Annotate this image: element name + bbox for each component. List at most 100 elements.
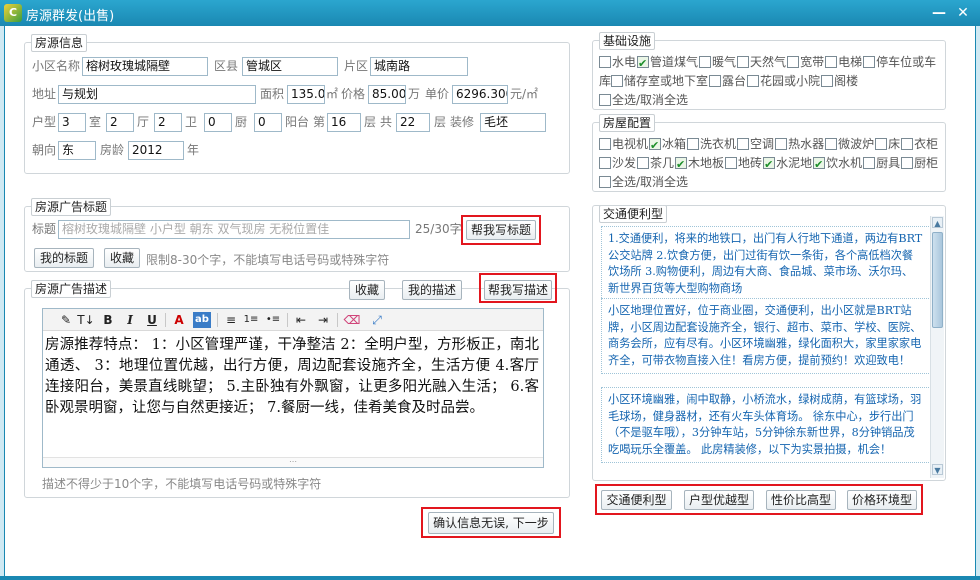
checkbox-item[interactable]: 水泥地 xyxy=(763,155,812,174)
checkbox-icon[interactable] xyxy=(863,157,876,169)
checkbox-icon[interactable] xyxy=(775,138,788,150)
align-left-icon[interactable]: ≡ xyxy=(223,312,239,328)
checked-checkbox-icon[interactable] xyxy=(813,155,826,174)
checkbox-item[interactable]: 宽带 xyxy=(787,55,824,69)
decoration-field[interactable]: 毛坯 xyxy=(480,113,546,132)
checked-checkbox-icon[interactable] xyxy=(763,155,776,174)
area-field[interactable]: 城南路 xyxy=(370,57,468,76)
fullscreen-icon[interactable]: ⤢ xyxy=(369,312,385,328)
checkbox-item[interactable]: 茶几 xyxy=(637,156,674,170)
checkbox-item[interactable]: 花园或小院 xyxy=(747,74,820,88)
checkbox-item[interactable]: 微波炉 xyxy=(825,137,874,151)
checkbox-item[interactable]: 厨柜 xyxy=(901,156,938,170)
checkbox-icon[interactable] xyxy=(747,75,760,87)
checkbox-item[interactable]: 沙发 xyxy=(599,156,636,170)
font-color-icon[interactable]: A xyxy=(171,312,187,328)
font-family-icon[interactable]: ✎ xyxy=(57,312,75,328)
orientation-field[interactable]: 东 xyxy=(58,141,96,160)
checkbox-item[interactable]: 木地板 xyxy=(675,155,724,174)
select-all-checkbox[interactable] xyxy=(599,94,611,106)
scroll-down-icon[interactable]: ▼ xyxy=(932,464,943,475)
save-title-button[interactable]: 收藏 xyxy=(104,248,140,268)
checkbox-item[interactable]: 厨具 xyxy=(863,156,900,170)
checked-checkbox-icon[interactable] xyxy=(649,136,662,155)
checkbox-icon[interactable] xyxy=(699,56,712,68)
baths-field[interactable]: 2 xyxy=(154,113,182,132)
templates-scrollbar[interactable]: ▲ ▼ xyxy=(930,216,944,478)
district-field[interactable]: 管城区 xyxy=(242,57,338,76)
my-title-button[interactable]: 我的标题 xyxy=(34,248,94,268)
checkbox-item[interactable]: 储存室或地下室 xyxy=(611,74,708,88)
checkbox-item[interactable]: 阁楼 xyxy=(821,74,858,88)
unordered-list-icon[interactable]: •≡ xyxy=(265,312,281,328)
checkbox-item[interactable]: 洗衣机 xyxy=(687,137,736,151)
scroll-thumb[interactable] xyxy=(932,232,943,328)
editor-resize-handle[interactable]: ⋯ xyxy=(43,457,543,467)
minimize-icon[interactable]: — xyxy=(930,4,948,22)
checkbox-icon[interactable] xyxy=(737,56,750,68)
checkbox-icon[interactable] xyxy=(687,138,700,150)
description-text[interactable]: 房源推荐特点： 1：小区管理严谨，干净整洁 2：全明户型，方形板正，南北通透、 … xyxy=(45,335,539,419)
rich-text-editor[interactable]: ✎ T↓ B I U A ab ≡ 1≡ •≡ ⇤ ⇥ ⌫ ⤢ 房源推荐特点： … xyxy=(42,308,544,468)
checkbox-icon[interactable] xyxy=(611,75,624,87)
address-field[interactable]: 与规划 xyxy=(58,85,256,104)
highlight-color-icon[interactable]: ab xyxy=(193,312,211,328)
ordered-list-icon[interactable]: 1≡ xyxy=(243,312,259,328)
checkbox-icon[interactable] xyxy=(825,138,838,150)
checkbox-icon[interactable] xyxy=(875,138,888,150)
checkbox-icon[interactable] xyxy=(901,138,914,150)
checkbox-item[interactable]: 电视机 xyxy=(599,137,648,151)
checkbox-icon[interactable] xyxy=(709,75,722,87)
template-card-2[interactable]: 小区地理位置好，位于商业圈，交通便利，出小区就是BRT站牌，小区周边配套设施齐全… xyxy=(601,298,931,374)
kitchens-field[interactable]: 0 xyxy=(204,113,232,132)
italic-icon[interactable]: I xyxy=(123,312,137,328)
total-floors-field[interactable]: 22 xyxy=(396,113,430,132)
checkbox-icon[interactable] xyxy=(725,157,738,169)
indent-icon[interactable]: ⇥ xyxy=(315,312,331,328)
checkbox-icon[interactable] xyxy=(599,56,611,68)
rooms-field[interactable]: 3 xyxy=(58,113,86,132)
checkbox-item[interactable]: 电梯 xyxy=(825,55,862,69)
checkbox-item[interactable]: 管道煤气 xyxy=(637,54,698,73)
community-field[interactable]: 榕树玫瑰城隔壁 xyxy=(82,57,208,76)
checkbox-icon[interactable] xyxy=(637,157,650,169)
close-icon[interactable]: ✕ xyxy=(954,4,972,22)
outdent-icon[interactable]: ⇤ xyxy=(293,312,309,328)
age-field[interactable]: 2012 xyxy=(128,141,184,160)
my-desc-button[interactable]: 我的描述 xyxy=(402,280,462,300)
eraser-icon[interactable]: ⌫ xyxy=(343,312,361,328)
checkbox-icon[interactable] xyxy=(599,138,611,150)
unit-price-field[interactable]: 6296.3000 xyxy=(452,85,508,104)
checkbox-item[interactable]: 暖气 xyxy=(699,55,736,69)
select-all-checkbox[interactable] xyxy=(599,176,611,188)
checked-checkbox-icon[interactable] xyxy=(675,155,688,174)
checked-checkbox-icon[interactable] xyxy=(637,54,650,73)
balconies-field[interactable]: 0 xyxy=(254,113,282,132)
save-desc-button[interactable]: 收藏 xyxy=(349,280,385,300)
checkbox-item[interactable]: 床 xyxy=(875,137,900,151)
template-card-3[interactable]: 小区环境幽雅，闹中取静，小桥流水，绿树成荫，有篮球场，羽毛球场，健身器材，还有火… xyxy=(601,387,931,463)
scroll-up-icon[interactable]: ▲ xyxy=(932,217,943,228)
halls-field[interactable]: 2 xyxy=(106,113,134,132)
checkbox-icon[interactable] xyxy=(825,56,838,68)
checkbox-item[interactable]: 水电 xyxy=(599,55,636,69)
template-card-1[interactable]: 1.交通便利，将来的地铁口，出门有人行地下通道，两边有BRT公交站牌 2.饮食方… xyxy=(601,226,931,302)
checkbox-icon[interactable] xyxy=(737,138,750,150)
checkbox-icon[interactable] xyxy=(863,56,876,68)
checkbox-icon[interactable] xyxy=(787,56,800,68)
checkbox-item[interactable]: 衣柜 xyxy=(901,137,938,151)
checkbox-item[interactable]: 露台 xyxy=(709,74,746,88)
price-field[interactable]: 85.00 xyxy=(368,85,406,104)
checkbox-item[interactable]: 天然气 xyxy=(737,55,786,69)
checkbox-item[interactable]: 热水器 xyxy=(775,137,824,151)
ad-title-input[interactable]: 榕树玫瑰城隔壁 小户型 朝东 双气现房 无税位置佳 xyxy=(58,220,410,239)
font-size-icon[interactable]: T↓ xyxy=(77,312,95,328)
floor-field[interactable]: 16 xyxy=(327,113,361,132)
checkbox-item[interactable]: 停车位或车 xyxy=(863,55,936,69)
checkbox-item[interactable]: 饮水机 xyxy=(813,155,862,174)
bold-icon[interactable]: B xyxy=(101,312,115,328)
checkbox-icon[interactable] xyxy=(599,157,611,169)
furnishing-select-all[interactable]: 全选/取消全选 xyxy=(599,173,688,192)
checkbox-item[interactable]: 地砖 xyxy=(725,156,762,170)
checkbox-icon[interactable] xyxy=(901,157,914,169)
